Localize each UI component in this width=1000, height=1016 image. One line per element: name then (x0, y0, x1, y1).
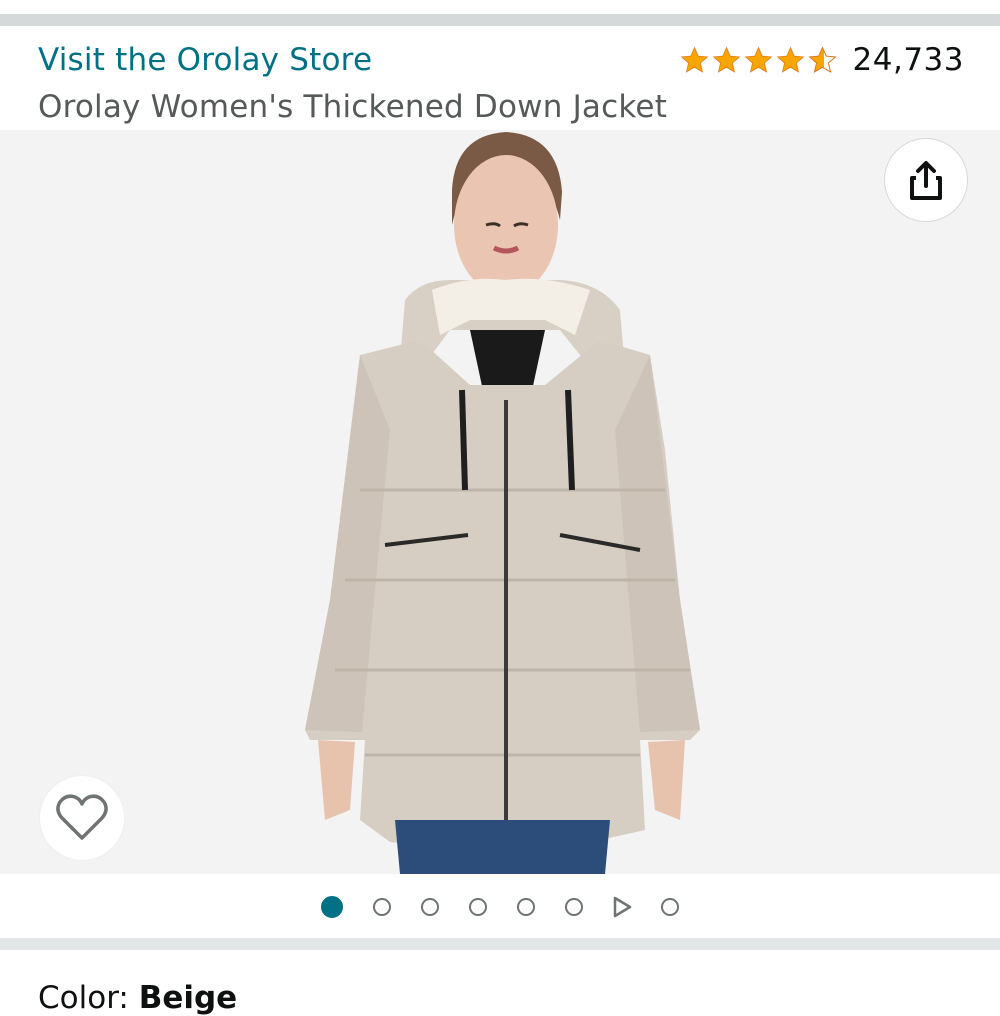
share-button[interactable] (884, 138, 968, 222)
image-carousel-indicators (0, 892, 1000, 922)
product-image[interactable] (0, 130, 1000, 874)
star-full-icon (776, 46, 804, 73)
color-selection-label: Color: Beige (38, 980, 237, 1016)
carousel-dot[interactable] (373, 898, 391, 916)
carousel-dot-active[interactable] (321, 896, 343, 918)
model-wearing-jacket-image (305, 132, 700, 874)
star-full-icon (712, 46, 740, 73)
add-to-wishlist-button[interactable] (40, 776, 124, 860)
share-icon (910, 161, 942, 200)
visit-store-link[interactable]: Visit the Orolay Store (38, 42, 372, 78)
product-title: Orolay Women's Thickened Down Jacket (38, 89, 668, 125)
carousel-dot[interactable] (565, 898, 583, 916)
heart-outline-icon (56, 794, 108, 840)
carousel-dot[interactable] (421, 898, 439, 916)
carousel-dot[interactable] (661, 898, 679, 916)
star-full-icon (744, 46, 772, 73)
carousel-dot[interactable] (469, 898, 487, 916)
section-divider (0, 938, 1000, 950)
carousel-video-dot[interactable] (610, 895, 634, 919)
star-half-icon (807, 45, 837, 73)
top-divider-bar (0, 14, 1000, 26)
rating-count[interactable]: 24,733 (853, 42, 964, 78)
star-full-icon (680, 46, 708, 73)
play-icon (613, 896, 632, 918)
star-rating (679, 45, 839, 76)
rating-summary[interactable]: 24,733 (679, 42, 964, 78)
color-value: Beige (138, 980, 238, 1016)
color-label: Color: (38, 980, 129, 1016)
carousel-dot[interactable] (517, 898, 535, 916)
